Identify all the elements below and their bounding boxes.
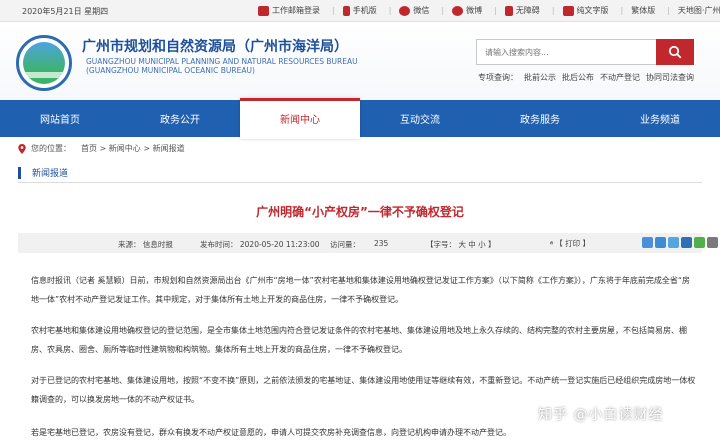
quick-link-judicial[interactable]: 协同司法查询 [646, 73, 694, 82]
quick-link-pre-publicity[interactable]: 批前公示 [524, 73, 556, 82]
article-views-label: 访问量： [330, 240, 360, 249]
mobile-icon [342, 5, 350, 16]
site-title: 广州市规划和自然资源局（广州市海洋局） [82, 39, 348, 55]
zhihu-watermark: 知乎 @小白读财经 [538, 407, 664, 423]
nav-services[interactable]: 政务服务 [480, 100, 600, 137]
current-date: 2020年5月21日 星期四 [22, 7, 109, 16]
utility-links: 工作邮箱登录 | 手机版 | 微信 | 微博 | 无障碍 | 纯文字版 | 繁体… [258, 5, 720, 16]
share-tqq-icon[interactable] [668, 237, 679, 248]
quick-link-real-estate[interactable]: 不动产登记 [600, 73, 640, 82]
section-title: 新闻报道 [32, 169, 69, 179]
article-title: 广州明确“小产权房”一律不予确权登记 [256, 205, 464, 219]
share-renren-icon[interactable] [681, 237, 692, 248]
quick-query: 专项查询： 批前公示 批后公布 不动产登记 协同司法查询 [478, 72, 700, 83]
site-title-en-line2: (GUANGZHOU MUNICIPAL OCEANIC BUREAU) [86, 66, 255, 75]
nav-interaction[interactable]: 互动交流 [360, 100, 480, 137]
site-title-en-line1: GUANGZHOU MUNICIPAL PLANNING AND NATURAL… [86, 57, 358, 66]
breadcrumb: 您的位置： 首页 > 新闻中心 > 新闻报道 [18, 143, 185, 154]
weibo-icon [452, 5, 464, 16]
top-utility-bar: 2020年5月21日 星期四 工作邮箱登录 | 手机版 | 微信 | 微博 | … [0, 0, 720, 22]
print-button[interactable]: 【 打印 】 [550, 237, 590, 249]
article-paragraph: 若是宅基地已登记，农房没有登记，群众有换发不动产权证意愿的，申请人可提交农房补充… [31, 428, 511, 437]
wechat-icon [399, 5, 411, 16]
breadcrumb-path[interactable]: 首页 > 新闻中心 > 新闻报道 [81, 143, 185, 154]
breadcrumb-prefix: 您的位置： [31, 144, 71, 153]
article-views-count: 235 [374, 239, 389, 248]
section-marker [18, 167, 21, 179]
location-pin-icon [18, 143, 26, 154]
wechat-link[interactable]: 微信 [399, 5, 429, 16]
text-only-link[interactable]: 纯文字版 [562, 5, 609, 16]
search-input[interactable] [477, 40, 657, 65]
article-paragraph: 农村宅基地和集体建设用地确权登记的登记范围，是全市集体土地范围内符合登记发证条件… [31, 326, 687, 354]
nav-gov-affairs[interactable]: 政务公开 [120, 100, 240, 137]
article-meta-bar: 来源： 信息时报 发布时间： 2020-05-20 11:23:00 访问量： … [18, 233, 718, 253]
search-button[interactable] [656, 39, 694, 65]
share-icons [642, 237, 720, 248]
font-size-switch[interactable]: 【字号： 大 中 小 】 [426, 239, 496, 250]
tianditu-link[interactable]: 天地图·广州 [678, 5, 720, 16]
print-icon [550, 241, 554, 245]
site-header: 广州市规划和自然资源局（广州市海洋局） GUANGZHOU MUNICIPAL … [0, 22, 720, 100]
article-source: 来源： 信息时报 [118, 240, 173, 249]
bureau-logo[interactable] [16, 35, 72, 91]
share-wechat-icon[interactable] [694, 237, 705, 248]
share-qzone-icon[interactable] [642, 237, 653, 248]
article-publish-time: 发布时间： 2020-05-20 11:23:00 [200, 240, 320, 249]
search-icon [668, 45, 682, 59]
nav-news-center[interactable]: 新闻中心 [240, 98, 360, 139]
mail-icon [258, 5, 269, 16]
section-header: 新闻报道 [18, 163, 702, 183]
weibo-link[interactable]: 微博 [452, 5, 482, 16]
nav-home[interactable]: 网站首页 [0, 100, 120, 137]
nav-business[interactable]: 业务频道 [600, 100, 720, 137]
article-paragraph: 信息时报讯（记者 奚慧颖）日前，市规划和自然资源局出台《广州市“房地一体”农村宅… [31, 276, 690, 304]
email-login-link[interactable]: 工作邮箱登录 [258, 5, 320, 16]
quick-query-label: 专项查询： [478, 73, 518, 82]
main-nav: 网站首页 政务公开 新闻中心 互动交流 政务服务 业务频道 [0, 98, 720, 139]
search-box [476, 39, 694, 65]
accessibility-icon [504, 5, 513, 16]
share-more-icon[interactable] [707, 237, 718, 248]
traditional-chinese-link[interactable]: 繁体版 [631, 5, 655, 16]
text-icon [562, 5, 574, 16]
accessibility-link[interactable]: 无障碍 [504, 5, 540, 16]
mobile-version-link[interactable]: 手机版 [342, 5, 377, 16]
quick-link-post-publish[interactable]: 批后公布 [562, 73, 594, 82]
share-weibo-icon[interactable] [655, 237, 666, 248]
